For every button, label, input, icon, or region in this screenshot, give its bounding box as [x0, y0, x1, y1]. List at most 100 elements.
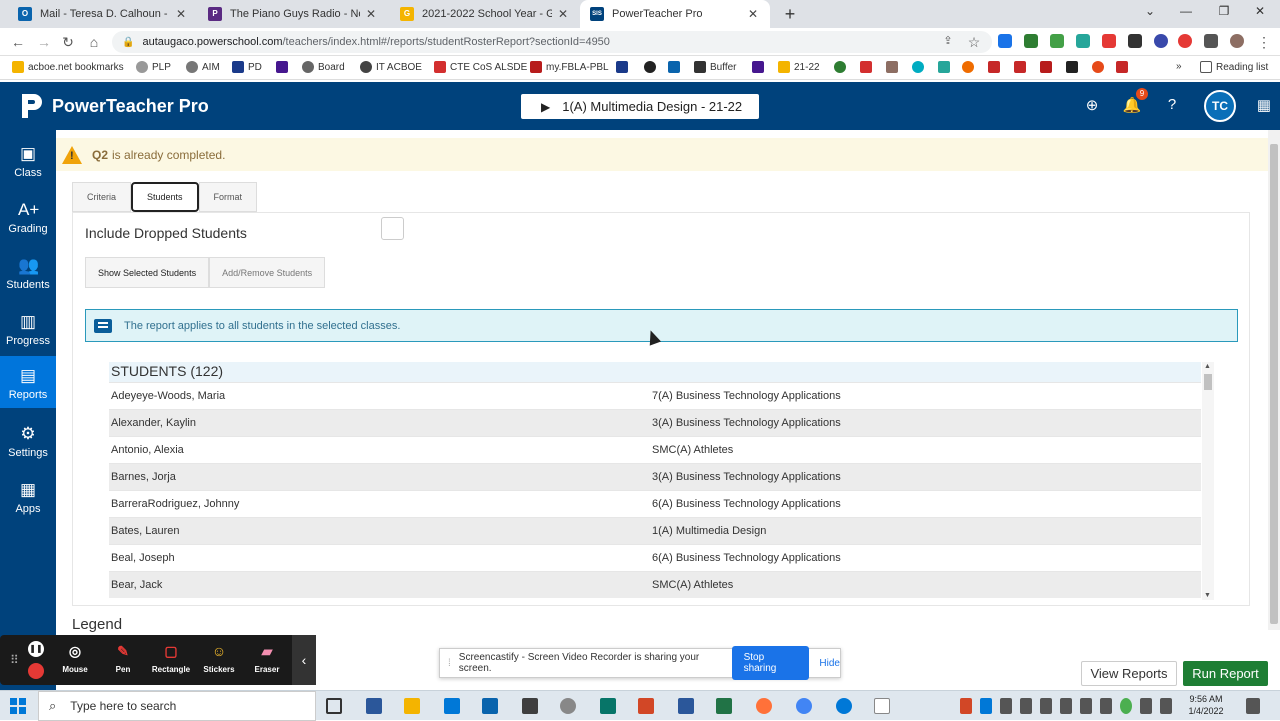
mic-icon[interactable] [1000, 698, 1012, 714]
browser-tab-piano[interactable]: P The Piano Guys Radio - Now Play ✕ [198, 0, 386, 28]
mail-icon[interactable] [482, 698, 498, 714]
extension-icon[interactable] [1178, 34, 1192, 48]
class-selector[interactable]: ▶ 1(A) Multimedia Design - 21-22 [521, 94, 759, 119]
include-dropped-checkbox[interactable] [381, 217, 404, 240]
bookmark-item[interactable] [1116, 61, 1132, 73]
bookmark-star-icon[interactable]: ☆ [966, 34, 982, 51]
table-row[interactable]: Alexander, Kaylin 3(A) Business Technolo… [109, 409, 1201, 436]
excel-icon[interactable] [716, 698, 732, 714]
table-row[interactable]: Beal, Joseph 6(A) Business Technology Ap… [109, 544, 1201, 571]
app-logo[interactable]: PowerTeacher Pro [20, 92, 209, 120]
tray-icon[interactable] [1020, 698, 1032, 714]
bookmark-item[interactable]: CTE CoS ALSDE [434, 61, 527, 73]
drag-handle-icon[interactable]: ⁞ [448, 658, 451, 669]
bookmark-item[interactable] [616, 61, 632, 73]
tray-icon[interactable] [1040, 698, 1052, 714]
notepad-icon[interactable] [874, 698, 890, 714]
minimize-icon[interactable]: — [1176, 4, 1196, 18]
page-scrollbar[interactable] [1268, 130, 1280, 630]
taskbar-clock[interactable]: 9:56 AM 1/4/2022 [1186, 693, 1226, 717]
apps-grid-icon[interactable]: ▦ [1254, 96, 1274, 116]
tab-format[interactable]: Format [198, 182, 258, 212]
collapse-toolbar-icon[interactable]: ‹ [292, 635, 316, 685]
tray-icon[interactable] [1160, 698, 1172, 714]
extension-icon[interactable] [1128, 34, 1142, 48]
edge-icon[interactable] [836, 698, 852, 714]
bookmark-item[interactable]: AIM [186, 61, 220, 73]
sidebar-item-apps[interactable]: ▦ Apps [0, 470, 56, 522]
table-row[interactable]: Bates, Lauren 1(A) Multimedia Design [109, 517, 1201, 544]
calculator-icon[interactable] [522, 698, 538, 714]
scroll-down-icon[interactable]: ▼ [1204, 592, 1211, 599]
sidebar-item-students[interactable]: 👥 Students [0, 246, 56, 298]
bookmark-folder[interactable]: acboe.net bookmarks [12, 61, 124, 73]
scrollbar-thumb[interactable] [1204, 374, 1212, 390]
tab-search-icon[interactable]: ⌄ [1140, 4, 1160, 18]
menu-icon[interactable]: ⋮ [1256, 34, 1272, 51]
tab-criteria[interactable]: Criteria [72, 182, 132, 212]
onedrive-icon[interactable] [980, 698, 992, 714]
extension-icon[interactable] [1076, 34, 1090, 48]
close-tab-icon[interactable]: ✕ [748, 7, 758, 21]
bookmark-item[interactable]: 21-22 [778, 61, 820, 73]
bookmark-item[interactable] [276, 61, 292, 73]
volume-icon[interactable] [1060, 698, 1072, 714]
home-icon[interactable]: ⌂ [86, 34, 102, 50]
bookmark-item[interactable] [752, 61, 768, 73]
bookmark-item[interactable]: PLP [136, 61, 171, 73]
bookmark-item[interactable] [988, 61, 1004, 73]
bookmark-item[interactable] [912, 61, 928, 73]
extension-icon[interactable] [1024, 34, 1038, 48]
profile-icon[interactable] [1230, 34, 1244, 48]
tray-icon[interactable] [1140, 698, 1152, 714]
sidebar-item-progress[interactable]: ▥ Progress [0, 302, 56, 354]
browser-tab-powerteacher[interactable]: SIS PowerTeacher Pro ✕ [580, 0, 770, 28]
bookmark-item[interactable]: my.FBLA-PBL [530, 61, 609, 73]
stickers-tool[interactable]: ☺ Stickers [196, 643, 242, 674]
bookmark-item[interactable] [1092, 61, 1108, 73]
url-input[interactable]: 🔒 autaugaco.powerschool.com/teachers/ind… [112, 31, 992, 53]
sidebar-item-grading[interactable]: A+ Grading [0, 190, 56, 242]
bookmark-item[interactable] [644, 61, 660, 73]
table-row[interactable]: Barnes, Jorja 3(A) Business Technology A… [109, 463, 1201, 490]
new-tab-icon[interactable]: + [780, 4, 800, 24]
windows-start-icon[interactable] [10, 698, 26, 714]
bookmark-item[interactable] [668, 61, 684, 73]
network-icon[interactable] [1080, 698, 1092, 714]
powerpoint-icon[interactable] [638, 698, 654, 714]
close-tab-icon[interactable]: ✕ [366, 7, 376, 21]
reading-list[interactable]: Reading list [1200, 61, 1268, 73]
maximize-icon[interactable]: ❐ [1214, 4, 1234, 18]
avatar[interactable]: TC [1204, 90, 1236, 122]
add-remove-students-button[interactable]: Add/Remove Students [209, 257, 326, 288]
drag-handle-icon[interactable]: ⠿ [10, 653, 19, 667]
extension-icon[interactable] [1050, 34, 1064, 48]
close-tab-icon[interactable]: ✕ [558, 7, 568, 21]
sidebar-item-reports[interactable]: ▤ Reports [0, 356, 56, 408]
extension-icon[interactable] [998, 34, 1012, 48]
reload-icon[interactable]: ↻ [60, 34, 76, 51]
table-row[interactable]: Adeyeye-Woods, Maria 7(A) Business Techn… [109, 382, 1201, 409]
bookmark-item[interactable]: Board [302, 61, 345, 73]
back-icon[interactable]: ← [10, 34, 26, 50]
tray-icon[interactable] [1100, 698, 1112, 714]
rectangle-tool[interactable]: ▢ Rectangle [148, 643, 194, 674]
table-row[interactable]: Bear, Jack SMC(A) Athletes [109, 571, 1201, 598]
firefox-icon[interactable] [756, 698, 772, 714]
bookmark-item[interactable]: Buffer [694, 61, 737, 73]
scroll-up-icon[interactable]: ▲ [1204, 363, 1211, 370]
share-icon[interactable]: ⇪ [940, 34, 956, 47]
tray-icon[interactable] [1120, 698, 1132, 714]
run-report-button[interactable]: Run Report [1183, 661, 1268, 686]
extension-icon[interactable] [1154, 34, 1168, 48]
puzzle-icon[interactable] [1204, 34, 1218, 48]
bookmark-item[interactable] [1040, 61, 1056, 73]
stop-sharing-button[interactable]: Stop sharing [731, 646, 810, 680]
sidebar-item-class[interactable]: ▣ Class [0, 134, 56, 186]
browser-tab-mail[interactable]: O Mail - Teresa D. Calhoun - Outlo ✕ [8, 0, 196, 28]
stop-record-icon[interactable] [28, 663, 44, 679]
bookmark-item[interactable] [834, 61, 850, 73]
tab-students[interactable]: Students [131, 182, 199, 212]
table-row[interactable]: BarreraRodriguez, Johnny 6(A) Business T… [109, 490, 1201, 517]
task-view-icon[interactable] [326, 698, 342, 714]
